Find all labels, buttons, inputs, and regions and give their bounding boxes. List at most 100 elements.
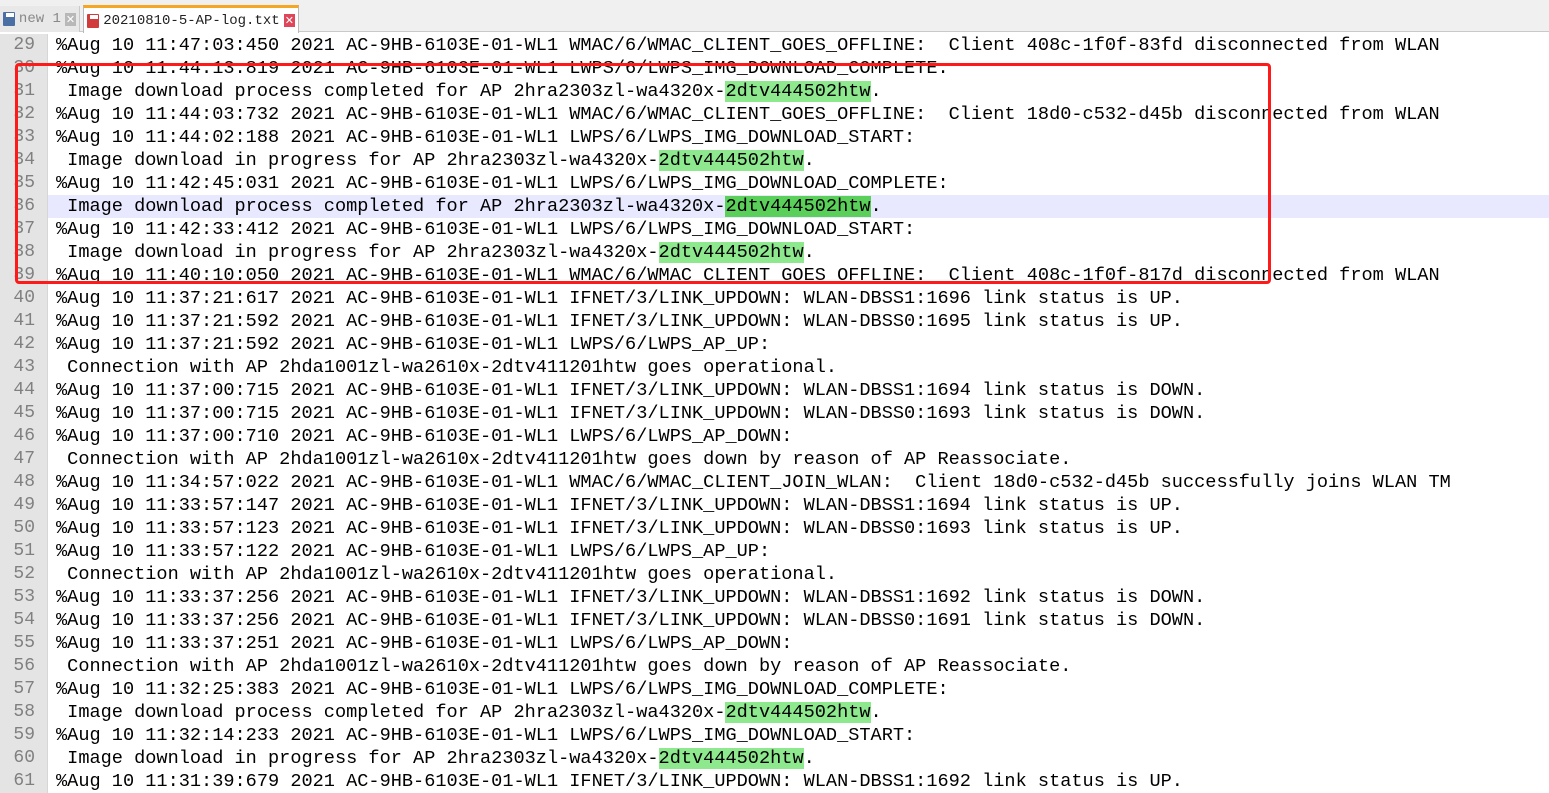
search-highlight: 2dtv444502htw — [658, 150, 804, 171]
line-text: Image download in progress for AP 2hra23… — [48, 241, 815, 264]
line-number: 55 — [0, 632, 48, 655]
editor-line[interactable]: 34 Image download in progress for AP 2hr… — [0, 149, 1549, 172]
editor-line[interactable]: 38 Image download in progress for AP 2hr… — [0, 241, 1549, 264]
editor-line[interactable]: 46 %Aug 10 11:37:00:710 2021 AC-9HB-6103E… — [0, 425, 1549, 448]
line-text: %Aug 10 11:31:39:679 2021 AC-9HB-6103E-0… — [48, 770, 1183, 793]
editor-line[interactable]: 42 %Aug 10 11:37:21:592 2021 AC-9HB-6103E… — [0, 333, 1549, 356]
editor-line[interactable]: 43 Connection with AP 2hda1001zl-wa2610x… — [0, 356, 1549, 379]
editor-line[interactable]: 58 Image download process completed for … — [0, 701, 1549, 724]
line-text: %Aug 10 11:47:03:450 2021 AC-9HB-6103E-0… — [48, 34, 1440, 57]
search-highlight: 2dtv444502htw — [658, 242, 804, 263]
editor-line[interactable]: 54 %Aug 10 11:33:37:256 2021 AC-9HB-6103E… — [0, 609, 1549, 632]
line-text-segment: Image download process completed for AP … — [56, 196, 726, 217]
editor-line[interactable]: 30 %Aug 10 11:44:13:819 2021 AC-9HB-6103E… — [0, 57, 1549, 80]
line-text-segment: %Aug 10 11:33:57:147 2021 AC-9HB-6103E-0… — [56, 495, 1183, 516]
line-text: %Aug 10 11:37:21:592 2021 AC-9HB-6103E-0… — [48, 310, 1183, 333]
line-text: Image download in progress for AP 2hra23… — [48, 747, 815, 770]
line-text-segment: %Aug 10 11:34:57:022 2021 AC-9HB-6103E-0… — [56, 472, 1451, 493]
line-text: %Aug 10 11:34:57:022 2021 AC-9HB-6103E-0… — [48, 471, 1451, 494]
line-number: 39 — [0, 264, 48, 287]
tab-new-1[interactable]: new 1 ✕ — [0, 6, 80, 32]
editor-line[interactable]: 48 %Aug 10 11:34:57:022 2021 AC-9HB-6103E… — [0, 471, 1549, 494]
line-text-segment: %Aug 10 11:44:02:188 2021 AC-9HB-6103E-0… — [56, 127, 916, 148]
editor-line[interactable]: 56 Connection with AP 2hda1001zl-wa2610x… — [0, 655, 1549, 678]
line-text-segment: %Aug 10 11:44:03:732 2021 AC-9HB-6103E-0… — [56, 104, 1440, 125]
line-number: 33 — [0, 126, 48, 149]
editor-line[interactable]: 50 %Aug 10 11:33:57:123 2021 AC-9HB-6103E… — [0, 517, 1549, 540]
line-text: %Aug 10 11:33:37:251 2021 AC-9HB-6103E-0… — [48, 632, 792, 655]
search-highlight: 2dtv444502htw — [725, 702, 871, 723]
editor-line[interactable]: 35 %Aug 10 11:42:45:031 2021 AC-9HB-6103E… — [0, 172, 1549, 195]
line-number: 49 — [0, 494, 48, 517]
editor-line[interactable]: 44 %Aug 10 11:37:00:715 2021 AC-9HB-6103E… — [0, 379, 1549, 402]
editor-line[interactable]: 53 %Aug 10 11:33:37:256 2021 AC-9HB-6103E… — [0, 586, 1549, 609]
editor-line[interactable]: 60 Image download in progress for AP 2hr… — [0, 747, 1549, 770]
editor-line[interactable]: 37 %Aug 10 11:42:33:412 2021 AC-9HB-6103E… — [0, 218, 1549, 241]
line-text: %Aug 10 11:37:00:715 2021 AC-9HB-6103E-0… — [48, 402, 1205, 425]
line-number: 46 — [0, 425, 48, 448]
line-text-segment: %Aug 10 11:37:21:617 2021 AC-9HB-6103E-0… — [56, 288, 1183, 309]
editor-line[interactable]: 41 %Aug 10 11:37:21:592 2021 AC-9HB-6103E… — [0, 310, 1549, 333]
editor-line[interactable]: 57 %Aug 10 11:32:25:383 2021 AC-9HB-6103E… — [0, 678, 1549, 701]
editor-line[interactable]: 52 Connection with AP 2hda1001zl-wa2610x… — [0, 563, 1549, 586]
line-text-segment: . — [870, 196, 882, 217]
line-text-segment: %Aug 10 11:42:33:412 2021 AC-9HB-6103E-0… — [56, 219, 916, 240]
editor-line[interactable]: 33 %Aug 10 11:44:02:188 2021 AC-9HB-6103E… — [0, 126, 1549, 149]
line-text-segment: %Aug 10 11:40:10:050 2021 AC-9HB-6103E-0… — [56, 265, 1440, 286]
line-number: 45 — [0, 402, 48, 425]
editor-line[interactable]: 31 Image download process completed for … — [0, 80, 1549, 103]
editor-line[interactable]: 59 %Aug 10 11:32:14:233 2021 AC-9HB-6103E… — [0, 724, 1549, 747]
close-icon[interactable]: ✕ — [283, 14, 295, 27]
search-highlight: 2dtv444502htw — [725, 196, 871, 217]
line-text-segment: %Aug 10 11:33:37:256 2021 AC-9HB-6103E-0… — [56, 587, 1206, 608]
editor-line[interactable]: 51 %Aug 10 11:33:57:122 2021 AC-9HB-6103E… — [0, 540, 1549, 563]
editor-line[interactable]: 47 Connection with AP 2hda1001zl-wa2610x… — [0, 448, 1549, 471]
save-icon — [3, 12, 15, 26]
line-text: Connection with AP 2hda1001zl-wa2610x-2d… — [48, 563, 837, 586]
line-text-segment: %Aug 10 11:31:39:679 2021 AC-9HB-6103E-0… — [56, 771, 1183, 792]
line-text-segment: . — [870, 81, 882, 102]
editor-line[interactable]: 40 %Aug 10 11:37:21:617 2021 AC-9HB-6103E… — [0, 287, 1549, 310]
editor-line[interactable]: 29 %Aug 10 11:47:03:450 2021 AC-9HB-6103E… — [0, 34, 1549, 57]
line-text-segment: %Aug 10 11:42:45:031 2021 AC-9HB-6103E-0… — [56, 173, 949, 194]
line-text-segment: %Aug 10 11:37:21:592 2021 AC-9HB-6103E-0… — [56, 334, 771, 355]
tab-label: 20210810-5-AP-log.txt — [103, 12, 280, 29]
line-text-segment: %Aug 10 11:33:37:251 2021 AC-9HB-6103E-0… — [56, 633, 793, 654]
line-number: 38 — [0, 241, 48, 264]
line-text: Connection with AP 2hda1001zl-wa2610x-2d… — [48, 356, 837, 379]
line-text: %Aug 10 11:40:10:050 2021 AC-9HB-6103E-0… — [48, 264, 1440, 287]
line-text: %Aug 10 11:42:33:412 2021 AC-9HB-6103E-0… — [48, 218, 915, 241]
line-number: 41 — [0, 310, 48, 333]
line-number: 58 — [0, 701, 48, 724]
line-text-segment: %Aug 10 11:32:14:233 2021 AC-9HB-6103E-0… — [56, 725, 916, 746]
line-text: %Aug 10 11:33:37:256 2021 AC-9HB-6103E-0… — [48, 609, 1205, 632]
line-text: %Aug 10 11:37:21:617 2021 AC-9HB-6103E-0… — [48, 287, 1183, 310]
line-text: %Aug 10 11:37:00:710 2021 AC-9HB-6103E-0… — [48, 425, 792, 448]
line-text: %Aug 10 11:33:57:147 2021 AC-9HB-6103E-0… — [48, 494, 1183, 517]
line-text-segment: %Aug 10 11:37:00:710 2021 AC-9HB-6103E-0… — [56, 426, 793, 447]
line-number: 37 — [0, 218, 48, 241]
line-number: 34 — [0, 149, 48, 172]
close-icon[interactable]: ✕ — [64, 12, 76, 26]
editor-line[interactable]: 36 Image download process completed for … — [0, 195, 1549, 218]
line-text-segment: Image download process completed for AP … — [56, 81, 726, 102]
line-number: 57 — [0, 678, 48, 701]
tab-label: new 1 — [18, 11, 61, 27]
line-text-segment: Connection with AP 2hda1001zl-wa2610x-2d… — [56, 449, 1072, 470]
editor-line[interactable]: 49 %Aug 10 11:33:57:147 2021 AC-9HB-6103E… — [0, 494, 1549, 517]
tab-log-file[interactable]: 20210810-5-AP-log.txt ✕ — [83, 5, 299, 33]
line-text-segment: . — [870, 702, 882, 723]
editor-line[interactable]: 45 %Aug 10 11:37:00:715 2021 AC-9HB-6103E… — [0, 402, 1549, 425]
line-text: %Aug 10 11:37:00:715 2021 AC-9HB-6103E-0… — [48, 379, 1205, 402]
line-text: %Aug 10 11:42:45:031 2021 AC-9HB-6103E-0… — [48, 172, 949, 195]
text-editor[interactable]: 29 %Aug 10 11:47:03:450 2021 AC-9HB-6103E… — [0, 32, 1549, 793]
line-text: %Aug 10 11:32:14:233 2021 AC-9HB-6103E-0… — [48, 724, 915, 747]
search-highlight: 2dtv444502htw — [725, 81, 871, 102]
editor-line[interactable]: 61 %Aug 10 11:31:39:679 2021 AC-9HB-6103E… — [0, 770, 1549, 793]
line-number: 51 — [0, 540, 48, 563]
line-number: 43 — [0, 356, 48, 379]
line-text-segment: Connection with AP 2hda1001zl-wa2610x-2d… — [56, 564, 838, 585]
editor-line[interactable]: 32 %Aug 10 11:44:03:732 2021 AC-9HB-6103E… — [0, 103, 1549, 126]
editor-line[interactable]: 39 %Aug 10 11:40:10:050 2021 AC-9HB-6103E… — [0, 264, 1549, 287]
editor-line[interactable]: 55 %Aug 10 11:33:37:251 2021 AC-9HB-6103E… — [0, 632, 1549, 655]
